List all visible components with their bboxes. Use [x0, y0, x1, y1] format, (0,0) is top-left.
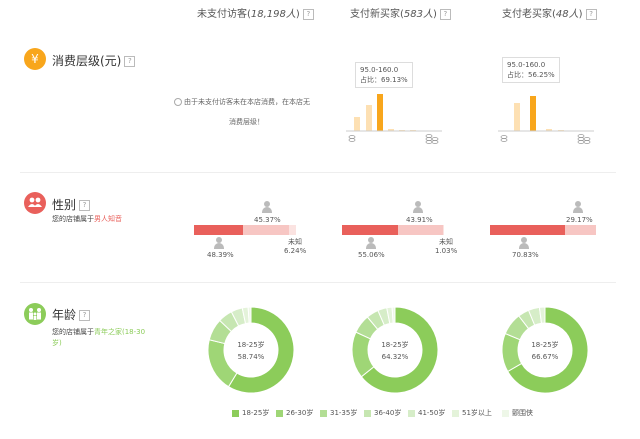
legend-swatch	[232, 409, 239, 417]
coin-icon-small	[500, 135, 508, 142]
donut-center-value: 64.32%	[382, 353, 409, 361]
age-donut-unpaid: 18-25岁 58.74%	[207, 306, 295, 394]
male-bar	[194, 225, 243, 235]
coin-stack-icon	[425, 134, 439, 144]
column-header-unpaid: 未支付访客(18,198人)?	[197, 5, 314, 20]
female-user-icon	[262, 201, 272, 213]
gender-bar-old	[490, 225, 596, 235]
legend-swatch	[408, 409, 415, 417]
unknown-label: 未知	[288, 238, 302, 246]
legend-label: 颤围侠	[512, 409, 533, 417]
legend-swatch	[452, 409, 459, 417]
yuan-icon: ¥	[24, 48, 46, 70]
consumption-tooltip-new: 95.0-160.0 占比：69.13%	[355, 62, 413, 88]
donut-center-label: 18-25岁	[381, 340, 408, 349]
help-icon[interactable]: ?	[302, 8, 314, 20]
consumption-bar	[377, 94, 383, 131]
legend-item[interactable]: 31-35岁	[320, 408, 357, 418]
male-percentage: 48.39%	[207, 251, 234, 259]
donut-slice[interactable]	[247, 306, 252, 324]
female-bar	[565, 225, 596, 235]
info-icon	[174, 98, 182, 106]
legend-swatch	[276, 409, 283, 417]
family-icon	[24, 303, 46, 325]
gender-bar-new	[342, 225, 444, 235]
column-header-new-buyers: 支付新买家(583人)?	[350, 5, 451, 20]
consumption-no-data-message-2: 消费层级！	[229, 118, 264, 126]
male-percentage: 70.83%	[512, 251, 539, 259]
section-divider	[20, 282, 616, 283]
help-icon[interactable]: ?	[585, 8, 597, 20]
help-icon[interactable]: ?	[124, 56, 136, 67]
consumption-bar	[354, 117, 360, 131]
consumption-no-data-message: 由于未支付访客未在本店消费，在本店无	[174, 97, 310, 107]
legend-swatch	[320, 409, 327, 417]
consumption-title: 消费层级(元)?	[52, 52, 136, 69]
unknown-percentage: 6.24%	[284, 247, 307, 255]
unknown-bar	[289, 225, 296, 235]
consumption-bar	[530, 96, 536, 131]
legend-label: 18-25岁	[242, 409, 270, 417]
consumption-bar	[514, 103, 520, 131]
unknown-bar	[443, 225, 444, 235]
donut-center-label: 18-25岁	[237, 340, 264, 349]
gender-bar-unpaid	[194, 225, 296, 235]
legend-item[interactable]: 36-40岁	[364, 408, 401, 418]
age-title: 年龄?	[52, 306, 91, 323]
donut-slice[interactable]	[391, 306, 396, 324]
female-user-icon	[573, 201, 583, 213]
gender-title: 性别?	[52, 196, 91, 213]
female-percentage: 43.91%	[406, 216, 433, 224]
consumption-chart-old	[498, 96, 594, 144]
help-icon[interactable]: ?	[79, 310, 91, 321]
legend-item[interactable]: 26-30岁	[276, 408, 313, 418]
people-icon	[24, 192, 46, 214]
female-percentage: 45.37%	[254, 216, 281, 224]
age-description: 您的店铺属于青年之家(18-30岁)	[52, 328, 146, 347]
female-bar	[243, 225, 289, 235]
legend-label: 51岁以上	[462, 409, 492, 417]
donut-center-label: 18-25岁	[531, 340, 558, 349]
gender-description: 您的店铺属于男人知音	[52, 215, 122, 223]
help-icon[interactable]: ?	[79, 200, 91, 211]
male-user-icon	[366, 237, 376, 249]
female-user-icon	[413, 201, 423, 213]
consumption-tooltip-old: 95.0-160.0 占比：56.25%	[502, 57, 560, 83]
consumption-chart-new	[346, 94, 442, 144]
legend-swatch	[502, 409, 509, 417]
male-percentage: 55.06%	[358, 251, 385, 259]
consumption-bar	[366, 105, 372, 131]
unknown-label: 未知	[439, 238, 453, 246]
legend-label: 41-50岁	[418, 409, 446, 417]
coin-stack-icon	[577, 134, 591, 144]
legend-item[interactable]: 18-25岁	[232, 408, 269, 418]
legend-swatch	[364, 409, 371, 417]
column-header-old-buyers: 支付老买家(48人)?	[502, 5, 597, 20]
female-percentage: 29.17%	[566, 216, 593, 224]
male-user-icon	[214, 237, 224, 249]
age-donut-old: 18-25岁 66.67%	[501, 306, 589, 394]
male-bar	[490, 225, 565, 235]
section-divider	[20, 172, 616, 173]
donut-center-value: 66.67%	[532, 353, 559, 361]
donut-center-value: 58.74%	[238, 353, 265, 361]
legend-label: 26-30岁	[286, 409, 314, 417]
legend-item[interactable]: 颤围侠	[502, 408, 533, 418]
legend-item[interactable]: 41-50岁	[408, 408, 445, 418]
female-bar	[398, 225, 443, 235]
help-icon[interactable]: ?	[439, 8, 451, 20]
age-donut-new: 18-25岁 64.32%	[351, 306, 439, 394]
male-bar	[342, 225, 398, 235]
donut-slice[interactable]	[207, 339, 238, 388]
legend-item[interactable]: 51岁以上	[452, 408, 492, 418]
male-user-icon	[519, 237, 529, 249]
unknown-percentage: 1.03%	[435, 247, 458, 255]
coin-icon-small	[348, 135, 356, 142]
legend-label: 31-35岁	[330, 409, 358, 417]
legend-label: 36-40岁	[374, 409, 402, 417]
